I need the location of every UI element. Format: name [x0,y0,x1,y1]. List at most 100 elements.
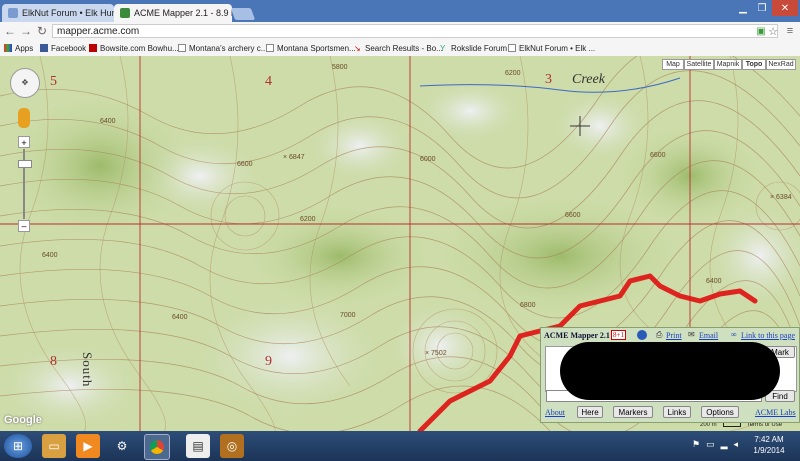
tab-label: ElkNut Forum • Elk Huntin [22,8,114,18]
forward-arrow-icon[interactable]: → [19,24,33,38]
contour-label: 5800 [332,64,348,71]
zoom-in-button[interactable]: + [18,136,30,148]
maximize-button[interactable]: ❐ [753,0,771,16]
email-link[interactable]: Email [699,331,718,340]
browser-tab-bar: ElkNut Forum • Elk Huntin ✕ ACME Mapper … [0,0,800,22]
bookmark-label: Montana Sportsmen... [277,43,356,53]
bookmark-search-results[interactable]: ↘ Search Results - Bo... [354,42,443,54]
contour-label: 6400 [706,278,722,285]
zoom-out-button[interactable]: – [18,220,30,232]
file-explorer-icon[interactable]: ▭ [42,434,66,458]
bookmark-label: Montana's archery c... [189,43,268,53]
minimize-button[interactable]: ▁ [734,0,752,16]
tab-elknut[interactable]: ElkNut Forum • Elk Huntin ✕ [2,4,114,22]
chrome-icon[interactable] [144,434,170,460]
back-arrow-icon[interactable]: ← [3,24,17,38]
window-close-button[interactable]: ✕ [772,0,798,16]
network-icon[interactable]: ▂ [721,439,728,450]
pan-control[interactable]: ✥ [10,68,40,98]
redaction-overlay [560,342,780,400]
system-tray: ⚑ ▭ ▂ ◂ [692,439,738,450]
printer-icon: ⎙ [656,330,663,339]
zoom-slider-handle[interactable] [18,160,32,168]
bookmark-facebook[interactable]: Facebook [40,42,86,54]
markers-button[interactable]: Markers [613,406,653,418]
arrow-icon: ↘ [354,44,361,53]
maptype-mapnik-button[interactable]: Mapnik [714,59,742,70]
menu-icon[interactable]: ≡ [783,24,797,38]
browser-toolbar: ← → ↻ mapper.acme.com ▣ ☆ ≡ [0,22,800,41]
page-icon [178,44,186,52]
maptype-satellite-button[interactable]: Satellite [684,59,714,70]
section-number-3: 3 [545,72,552,87]
facebook-icon [40,44,48,52]
contour-label: 6200 [300,216,316,223]
maptype-nexrad-button[interactable]: NexRad [766,59,796,70]
page-icon [266,44,274,52]
google-logo: Google [4,414,42,426]
acme-favicon-icon [120,8,130,18]
options-button[interactable]: Options [701,406,739,418]
clock[interactable]: 7:42 AM 1/9/2014 [746,434,792,456]
bookmark-rokslide[interactable]: Y Rokslide Forum [440,42,507,54]
new-tab-button[interactable] [230,8,256,20]
links-button[interactable]: Links [663,406,691,418]
bowsite-icon [89,44,97,52]
volume-icon[interactable]: ◂ [734,439,739,450]
bookmark-elknut[interactable]: ElkNut Forum • Elk ... [508,42,595,54]
address-bar[interactable]: mapper.acme.com [52,24,778,38]
south-label: South [80,352,95,388]
media-player-icon[interactable]: ▶ [76,434,100,458]
chain-link-icon: ∞ [731,330,737,339]
section-number-9: 9 [265,354,272,369]
start-button[interactable]: ⊞ [4,434,32,458]
contour-label: × 6384 [770,194,792,201]
contour-label: 6400 [42,252,58,259]
link-to-page[interactable]: Link to this page [741,331,795,340]
bookmark-montana-sportsmen[interactable]: Montana Sportsmen... [266,42,356,54]
section-number-5: 5 [50,74,57,89]
contour-label: × 7502 [425,350,447,357]
page-icon [508,44,516,52]
contour-label: 6000 [420,156,436,163]
tab-label: ACME Mapper 2.1 - 8.9 km [134,8,232,18]
scale-line [722,423,741,427]
contour-label: 6800 [520,302,536,309]
section-number-8: 8 [50,354,57,369]
document-icon[interactable]: ▤ [186,434,210,458]
clock-time: 7:42 AM [754,435,784,444]
bookmark-label: ElkNut Forum • Elk ... [519,43,596,53]
url-text: mapper.acme.com [57,25,140,37]
flag-icon[interactable]: ⚑ [692,439,700,450]
contour-label: 6400 [172,314,188,321]
panel-title: ACME Mapper 2.1 [544,331,610,340]
bookmark-montana-archery[interactable]: Montana's archery c... [178,42,267,54]
globe-icon[interactable] [637,330,647,340]
contour-label: 6600 [565,212,581,219]
screen-icon[interactable]: ▭ [706,439,715,450]
pegman-icon[interactable] [18,108,30,128]
here-button[interactable]: Here [577,406,603,418]
about-link[interactable]: About [545,408,565,417]
bookmark-label: Search Results - Bo... [365,43,443,53]
reload-icon[interactable]: ↻ [35,24,49,38]
print-link[interactable]: Print [666,331,682,340]
target-icon[interactable]: ◎ [220,434,244,458]
creek-label: Creek [572,72,605,87]
maptype-map-button[interactable]: Map [662,59,684,70]
bookmarks-bar: Apps Facebook Bowsite.com Bowhu... Monta… [0,40,800,57]
envelope-icon: ✉ [688,330,695,339]
bookmark-label: Apps [15,43,34,53]
contour-label: × 6847 [283,154,305,161]
bookmark-bowsite[interactable]: Bowsite.com Bowhu... [89,42,179,54]
bookmark-star-icon[interactable]: ☆ [766,24,780,38]
app-icon[interactable]: ⚙ [110,434,134,458]
elknut-favicon-icon [8,8,18,18]
tab-acme-mapper[interactable]: ACME Mapper 2.1 - 8.9 km ✕ [114,4,232,22]
maptype-topo-button[interactable]: Topo [742,59,766,70]
bookmark-label: Bowsite.com Bowhu... [100,43,179,53]
acme-labs-link[interactable]: ACME Labs [755,408,796,417]
google-plus-badge[interactable]: 8+1 [611,330,626,340]
bookmark-apps[interactable]: Apps [4,42,33,54]
apps-grid-icon [4,44,12,52]
